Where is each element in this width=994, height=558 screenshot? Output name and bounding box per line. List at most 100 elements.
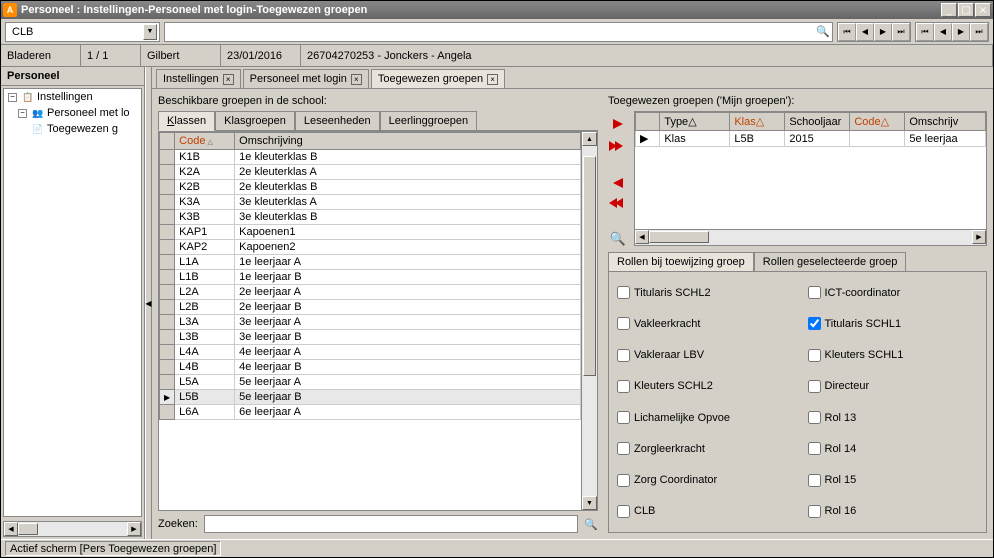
role-checkbox[interactable]: Kleuters SCHL1 <box>808 343 979 368</box>
last2-button[interactable]: ⏭ <box>970 23 988 41</box>
row-selector[interactable] <box>160 195 175 210</box>
magic-button[interactable]: 🔍 <box>609 232 627 246</box>
checkbox-input[interactable] <box>617 380 630 393</box>
prev2-button[interactable]: ◀ <box>934 23 952 41</box>
checkbox-input[interactable] <box>808 474 821 487</box>
scroll-up-icon[interactable]: ▲ <box>582 132 597 146</box>
scroll-track[interactable] <box>18 522 127 536</box>
collapse-icon[interactable]: − <box>8 93 17 102</box>
row-selector[interactable] <box>160 405 175 420</box>
row-selector[interactable] <box>160 270 175 285</box>
col-omschrijving[interactable]: Omschrijv <box>905 113 986 131</box>
scroll-thumb[interactable] <box>583 156 596 376</box>
table-row[interactable]: L2A2e leerjaar A <box>160 285 581 300</box>
search-icon[interactable]: 🔍 <box>814 23 832 41</box>
scroll-down-icon[interactable]: ▼ <box>582 496 597 510</box>
scroll-right-icon[interactable]: ▶ <box>127 522 141 536</box>
roles-tab-geselecteerde[interactable]: Rollen geselecteerde groep <box>754 252 907 271</box>
add-all-button[interactable] <box>609 139 627 153</box>
row-selector[interactable] <box>160 345 175 360</box>
table-row[interactable]: K2A2e kleuterklas A <box>160 165 581 180</box>
subtab-klassen[interactable]: Klassen <box>158 111 215 131</box>
tree-item-personeel[interactable]: − 👥 Personeel met lo <box>4 105 141 121</box>
checkbox-input[interactable] <box>617 505 630 518</box>
remove-all-button[interactable] <box>609 198 627 208</box>
row-selector[interactable] <box>160 225 175 240</box>
col-type[interactable]: Type△ <box>660 113 730 131</box>
table-row[interactable]: K1B1e kleuterklas B <box>160 150 581 165</box>
role-checkbox[interactable]: Lichamelijke Opvoe <box>617 405 788 430</box>
checkbox-input[interactable] <box>808 411 821 424</box>
col-schooljaar[interactable]: Schooljaar <box>785 113 850 131</box>
table-row[interactable]: L1A1e leerjaar A <box>160 255 581 270</box>
checkbox-input[interactable] <box>808 349 821 362</box>
role-checkbox[interactable]: Vakleraar LBV <box>617 343 788 368</box>
tab-toegewezen[interactable]: Toegewezen groepen× <box>371 69 505 88</box>
scroll-right-icon[interactable]: ▶ <box>972 230 986 244</box>
scroll-track[interactable] <box>649 230 972 244</box>
row-selector[interactable] <box>160 240 175 255</box>
table-row[interactable]: L3B3e leerjaar B <box>160 330 581 345</box>
first2-button[interactable]: ⏮ <box>916 23 934 41</box>
table-row[interactable]: L1B1e leerjaar B <box>160 270 581 285</box>
row-selector[interactable]: ▶ <box>636 131 660 147</box>
role-checkbox[interactable]: Zorgleerkracht <box>617 436 788 461</box>
role-checkbox[interactable]: ICT-coordinator <box>808 280 979 305</box>
checkbox-input[interactable] <box>617 442 630 455</box>
available-grid[interactable]: Code△ Omschrijving K1B1e kleuterklas BK2… <box>159 132 581 510</box>
row-selector[interactable] <box>160 150 175 165</box>
toolbar-search-input[interactable] <box>165 23 814 41</box>
maximize-button[interactable]: □ <box>958 3 974 17</box>
sidebar-hscroll[interactable]: ◀ ▶ <box>3 521 142 537</box>
checkbox-input[interactable] <box>617 317 630 330</box>
row-selector[interactable] <box>160 360 175 375</box>
role-checkbox[interactable]: Rol 13 <box>808 405 979 430</box>
prev-button[interactable]: ◀ <box>856 23 874 41</box>
table-row[interactable]: KAP1Kapoenen1 <box>160 225 581 240</box>
role-checkbox[interactable]: Titularis SCHL1 <box>808 311 979 336</box>
scroll-left-icon[interactable]: ◀ <box>4 522 18 536</box>
search-input[interactable] <box>204 515 579 533</box>
row-selector[interactable] <box>160 315 175 330</box>
table-row[interactable]: K3B3e kleuterklas B <box>160 210 581 225</box>
subtab-leseenheden[interactable]: Leseenheden <box>295 111 380 130</box>
toolbar-search[interactable]: 🔍 <box>164 22 833 42</box>
checkbox-input[interactable] <box>617 349 630 362</box>
grid-vscroll[interactable]: ▲ ▼ <box>581 132 597 510</box>
scroll-thumb[interactable] <box>18 523 38 535</box>
checkbox-input[interactable] <box>808 286 821 299</box>
checkbox-input[interactable] <box>808 442 821 455</box>
table-row[interactable]: L5A5e leerjaar A <box>160 375 581 390</box>
table-row[interactable]: L4A4e leerjaar A <box>160 345 581 360</box>
col-klas[interactable]: Klas△ <box>730 113 785 131</box>
row-selector[interactable] <box>160 330 175 345</box>
close-icon[interactable]: × <box>351 74 362 85</box>
checkbox-input[interactable] <box>617 474 630 487</box>
role-checkbox[interactable]: Rol 16 <box>808 499 979 524</box>
close-icon[interactable]: × <box>487 74 498 85</box>
checkbox-input[interactable] <box>808 505 821 518</box>
assigned-hscroll[interactable]: ◀ ▶ <box>635 229 986 245</box>
last-button[interactable]: ⏭ <box>892 23 910 41</box>
col-code[interactable]: Code△ <box>850 113 905 131</box>
row-selector[interactable] <box>160 180 175 195</box>
table-row[interactable]: L6A6e leerjaar A <box>160 405 581 420</box>
tree-item-instellingen[interactable]: − 📋 Instellingen <box>4 89 141 105</box>
subtab-klasgroepen[interactable]: Klasgroepen <box>215 111 295 130</box>
col-code[interactable]: Code△ <box>175 133 235 150</box>
role-checkbox[interactable]: CLB <box>617 499 788 524</box>
search-icon[interactable]: 🔍 <box>584 518 598 531</box>
role-checkbox[interactable]: Rol 15 <box>808 468 979 493</box>
subtab-leerlinggroepen[interactable]: Leerlinggroepen <box>380 111 478 130</box>
close-button[interactable]: × <box>975 3 991 17</box>
table-row[interactable]: ▶L5B5e leerjaar B <box>160 390 581 405</box>
row-selector[interactable] <box>160 300 175 315</box>
first-button[interactable]: ⏮ <box>838 23 856 41</box>
role-checkbox[interactable]: Rol 14 <box>808 436 979 461</box>
table-row[interactable]: ▶KlasL5B20155e leerjaa <box>636 131 986 147</box>
scroll-thumb[interactable] <box>649 231 709 243</box>
col-omschrijving[interactable]: Omschrijving <box>235 133 581 150</box>
table-row[interactable]: KAP2Kapoenen2 <box>160 240 581 255</box>
role-checkbox[interactable]: Vakleerkracht <box>617 311 788 336</box>
checkbox-input[interactable] <box>808 380 821 393</box>
